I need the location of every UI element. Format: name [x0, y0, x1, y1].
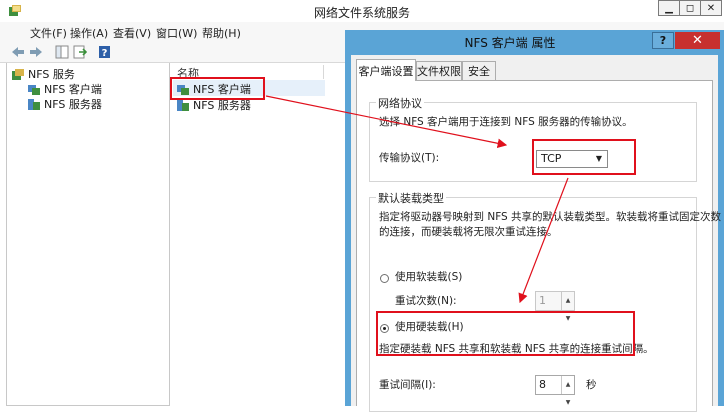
- tab-security[interactable]: 安全: [462, 61, 496, 80]
- protocol-label: 传输协议(T):: [379, 152, 440, 164]
- mount-description-line1: 指定将驱动器号映射到 NFS 共享的默认装载类型。软装载将重试固定次数: [379, 211, 722, 223]
- tab-panel-client-settings: 网络协议 选择 NFS 客户端用于连接到 NFS 服务器的传输协议。 传输协议(…: [356, 80, 721, 412]
- retry-interval-unit: 秒: [586, 379, 597, 391]
- restore-button[interactable]: ◻: [679, 0, 701, 16]
- results-list: 名称 NFS 客户端 NFS 服务器: [170, 63, 346, 406]
- tree-item-nfs-server[interactable]: NFS 服务器: [27, 96, 102, 112]
- export-list-icon[interactable]: [72, 44, 88, 60]
- tab-client-settings[interactable]: 客户端设置: [356, 59, 416, 81]
- retry-interval-stepper[interactable]: 8 ▲ ▼: [535, 375, 575, 406]
- spin-up-icon[interactable]: ▲: [562, 376, 574, 394]
- retry-count-stepper[interactable]: 1 ▲ ▼: [535, 291, 575, 322]
- annotation-box-protocol: [532, 139, 636, 175]
- group-title-mount: 默认装载类型: [376, 190, 446, 206]
- tree-item-label: NFS 服务: [28, 68, 75, 81]
- minimize-button[interactable]: ▁: [658, 0, 680, 16]
- retry-count-value: 1: [539, 294, 546, 307]
- spin-up-icon[interactable]: ▲: [562, 292, 574, 310]
- annotation-box-nfs-client: [170, 77, 265, 100]
- help-book-icon[interactable]: ?: [96, 44, 112, 60]
- nfs-server-icon: [28, 98, 40, 110]
- menu-action[interactable]: 操作(A): [70, 25, 108, 41]
- window-titlebar: 网络文件系统服务 ▁ ◻ ✕: [0, 0, 724, 22]
- window-title: 网络文件系统服务: [313, 6, 410, 20]
- nfs-client-icon: [28, 84, 40, 95]
- tree-item-label: NFS 服务器: [44, 98, 102, 111]
- tree-item-nfs-client[interactable]: NFS 客户端: [27, 81, 102, 97]
- dialog-close-button[interactable]: ✕: [675, 32, 720, 49]
- tab-file-permissions[interactable]: 文件权限: [416, 61, 462, 80]
- tree-item-nfs-services[interactable]: NFS 服务: [11, 66, 75, 82]
- menu-window[interactable]: 窗口(W): [156, 25, 197, 41]
- soft-mount-label[interactable]: 使用软装载(S): [395, 270, 462, 285]
- retry-interval-value: 8: [539, 378, 546, 391]
- menu-file[interactable]: 文件(F): [30, 25, 67, 41]
- dialog-title: NFS 客户端 属性: [464, 36, 556, 50]
- retry-count-label: 重试次数(N):: [395, 295, 457, 307]
- close-button[interactable]: ✕: [700, 0, 722, 16]
- menu-view[interactable]: 查看(V): [113, 25, 151, 41]
- tree-item-label: NFS 客户端: [44, 83, 102, 96]
- network-description: 选择 NFS 客户端用于连接到 NFS 服务器的传输协议。: [379, 116, 633, 128]
- console-tree: NFS 服务 NFS 客户端 NFS 服务器: [6, 63, 170, 406]
- console-tree-icon[interactable]: [54, 44, 70, 60]
- forward-arrow-icon[interactable]: [28, 44, 44, 60]
- soft-mount-radio[interactable]: [380, 274, 389, 283]
- annotation-box-hard-mount: [376, 311, 635, 356]
- group-title-network: 网络协议: [376, 95, 424, 111]
- mount-description-line2: 的连接，而硬装载将无限次重试连接。: [379, 226, 558, 238]
- nfs-services-icon: [12, 68, 24, 80]
- dialog-help-button[interactable]: ?: [652, 32, 674, 49]
- retry-interval-label: 重试间隔(I):: [379, 379, 436, 391]
- spin-down-icon[interactable]: ▼: [562, 394, 574, 412]
- mount-type-group: 默认装载类型 指定将驱动器号映射到 NFS 共享的默认装载类型。软装载将重试固定…: [369, 190, 721, 412]
- window-controls: ▁ ◻ ✕: [658, 0, 722, 16]
- nfs-server-icon: [177, 99, 189, 111]
- menu-help[interactable]: 帮助(H): [202, 25, 241, 41]
- back-arrow-icon[interactable]: [10, 44, 26, 60]
- svg-text:?: ?: [101, 48, 107, 59]
